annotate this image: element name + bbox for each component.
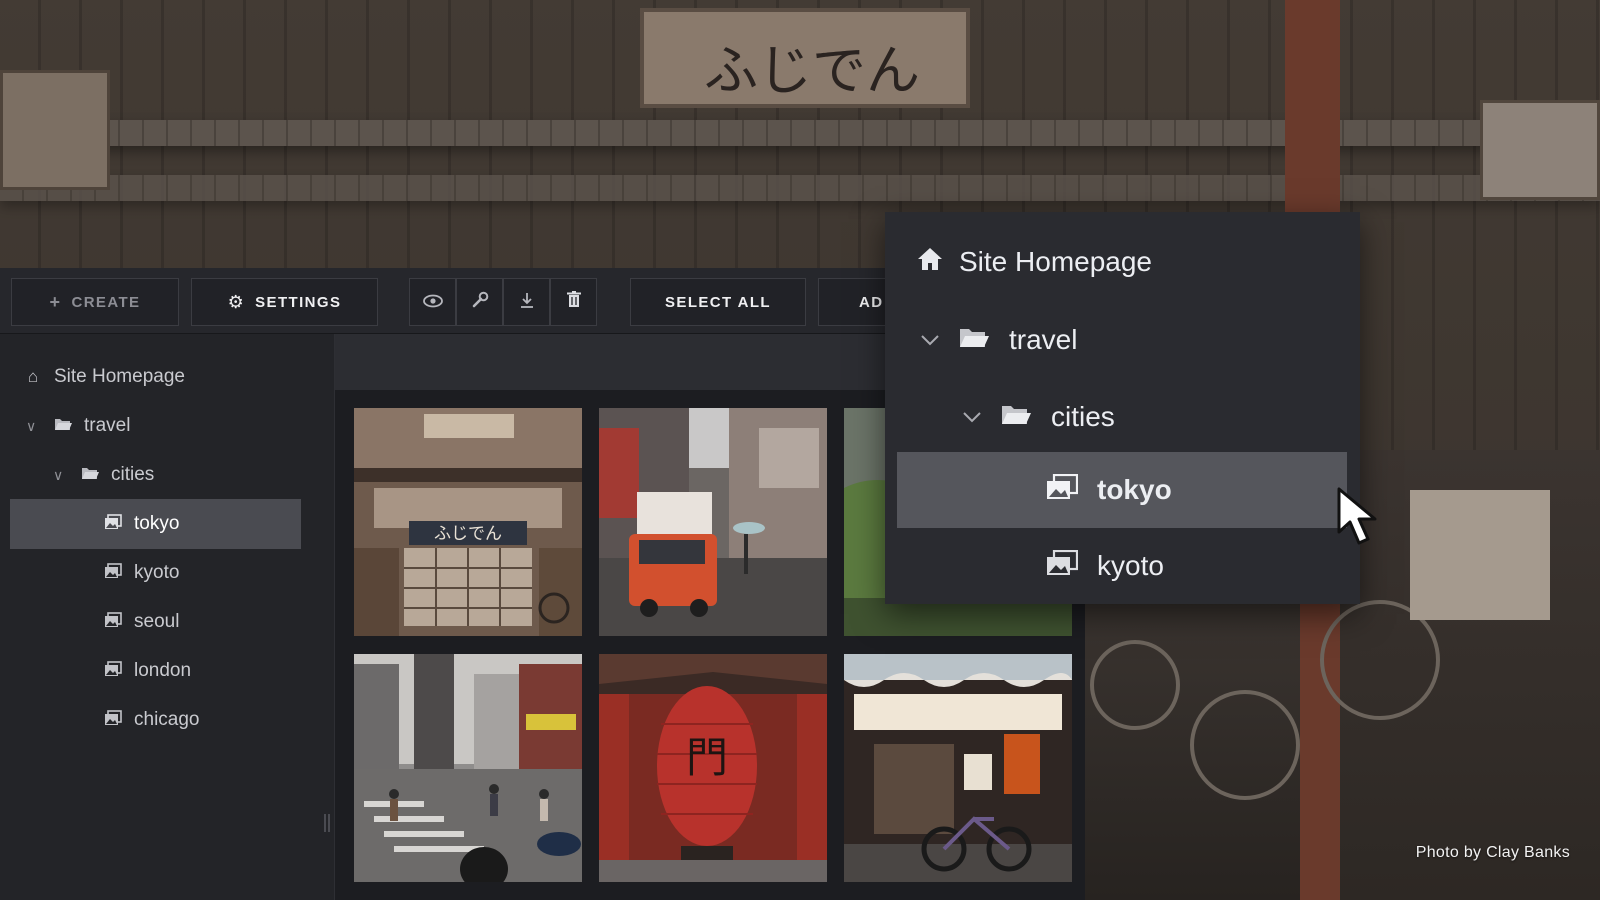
gallery-icon — [102, 562, 124, 584]
tree-item-label: travel — [84, 415, 131, 436]
create-label: CREATE — [71, 293, 141, 311]
tree-item-label: chicago — [134, 709, 200, 730]
gallery-icon — [102, 611, 124, 633]
settings-button[interactable]: ⚙ SETTINGS — [191, 278, 378, 326]
image-thumbnail[interactable] — [599, 408, 827, 636]
tree-item-chicago[interactable]: chicago — [10, 695, 301, 745]
popover-item-label: Site Homepage — [959, 246, 1153, 277]
mouse-cursor-icon — [1336, 486, 1390, 548]
gallery-icon — [102, 709, 124, 731]
view-button[interactable] — [409, 278, 456, 326]
shop-sign-right — [1480, 100, 1600, 200]
folder-open-icon — [951, 325, 997, 356]
popover-item-cities[interactable]: cities — [963, 379, 1343, 455]
shop-sign-text: ふじでん — [434, 524, 502, 544]
svg-text:門: 門 — [686, 733, 728, 782]
popover-item-label: kyoto — [1097, 550, 1164, 581]
tree-item-london[interactable]: london — [10, 646, 301, 696]
popover-item-tokyo[interactable]: tokyo — [897, 452, 1347, 528]
chevron-down-icon[interactable] — [963, 406, 993, 429]
plus-icon: + — [49, 291, 62, 312]
image-thumbnail[interactable] — [844, 654, 1072, 882]
gallery-icon — [102, 513, 124, 535]
gallery-icon — [1039, 549, 1085, 583]
tree-item-seoul[interactable]: seoul — [10, 597, 301, 647]
tree-item-label: kyoto — [134, 562, 180, 583]
tree-item-tokyo[interactable]: tokyo — [10, 499, 301, 549]
poster — [1410, 490, 1550, 620]
create-button[interactable]: + CREATE — [11, 278, 179, 326]
delete-button[interactable] — [550, 278, 597, 326]
eye-icon — [422, 292, 443, 313]
select-all-button[interactable]: SELECT ALL — [630, 278, 806, 326]
tree-item-label: seoul — [134, 611, 180, 632]
image-thumbnail[interactable] — [354, 654, 582, 882]
select-all-label: SELECT ALL — [665, 293, 771, 311]
image-thumbnail[interactable]: 門 — [599, 654, 827, 882]
edit-button[interactable] — [456, 278, 503, 326]
sidebar-resize-handle[interactable] — [324, 814, 330, 832]
chevron-down-icon[interactable]: ∨ — [53, 467, 69, 484]
settings-label: SETTINGS — [255, 293, 342, 311]
home-icon — [915, 247, 945, 278]
popover-item-label: tokyo — [1097, 474, 1172, 505]
folder-open-icon — [993, 402, 1039, 433]
image-thumbnail[interactable]: ふじでん — [354, 408, 582, 636]
tree-item-travel[interactable]: ∨ travel — [10, 401, 301, 451]
download-button[interactable] — [503, 278, 550, 326]
tree-item-kyoto[interactable]: kyoto — [10, 548, 301, 598]
roof-tiles — [0, 120, 1600, 146]
popover-item-kyoto[interactable]: kyoto — [1039, 528, 1339, 604]
tree-item-label: london — [134, 660, 192, 681]
folder-open-icon — [79, 465, 101, 485]
folder-tree-popover: Site Homepage travel cities tokyo kyoto — [885, 212, 1360, 604]
shop-sign-text: ふじでん — [704, 39, 920, 102]
street-bicycles — [1070, 600, 1300, 900]
tree-item-label: Site Homepage — [54, 366, 185, 387]
trash-icon — [566, 291, 581, 313]
tree-item-label: tokyo — [134, 513, 180, 534]
roof-tiles — [0, 175, 1600, 201]
popover-item-label: travel — [1009, 324, 1078, 355]
chevron-down-icon[interactable]: ∨ — [26, 418, 42, 435]
chevron-down-icon[interactable] — [921, 329, 951, 352]
popover-item-label: cities — [1051, 401, 1115, 432]
popover-item-travel[interactable]: travel — [921, 302, 1341, 378]
shop-sign-left — [0, 70, 110, 190]
popover-item-site-homepage[interactable]: Site Homepage — [915, 224, 1335, 300]
shop-sign: ふじでん — [640, 8, 970, 108]
tree-item-cities[interactable]: ∨ cities — [10, 450, 301, 500]
tree-item-label: cities — [111, 464, 155, 485]
gallery-icon — [1039, 473, 1085, 507]
add-label: AD — [859, 293, 884, 311]
download-icon — [519, 291, 535, 314]
gear-icon: ⚙ — [227, 291, 246, 312]
gallery-icon — [102, 660, 124, 682]
folder-open-icon — [52, 416, 74, 436]
home-icon: ⌂ — [27, 367, 39, 386]
folder-tree-sidebar: ⌂ Site Homepage ∨ travel ∨ cities tokyo — [0, 334, 335, 900]
tree-item-site-homepage[interactable]: ⌂ Site Homepage — [10, 352, 301, 402]
wrench-icon — [471, 291, 489, 314]
photo-credit: Photo by Clay Banks — [1415, 844, 1570, 861]
